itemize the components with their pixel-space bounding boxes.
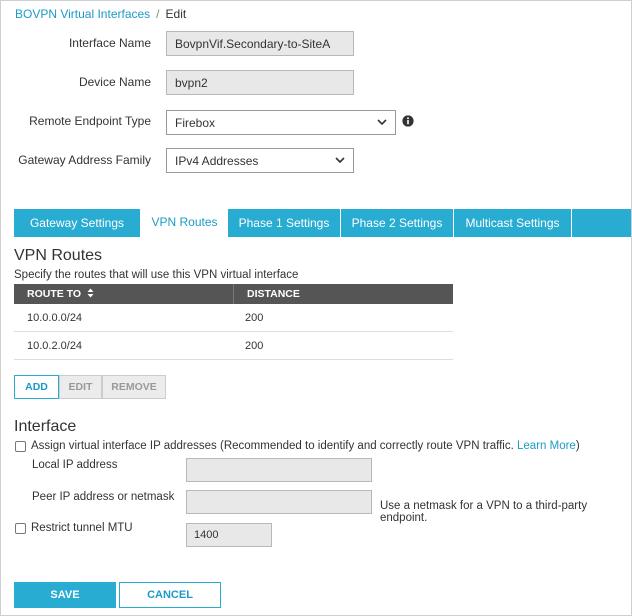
peer-ip-label: Peer IP address or netmask	[32, 491, 175, 503]
local-ip-field	[186, 458, 372, 482]
interface-name-field: BovpnVif.Secondary-to-SiteA	[166, 31, 354, 56]
tab-bar: Gateway Settings VPN Routes Phase 1 Sett…	[14, 208, 632, 238]
mtu-field: 1400	[186, 523, 272, 547]
breadcrumb-separator: /	[156, 7, 160, 21]
vpn-routes-description: Specify the routes that will use this VP…	[14, 269, 299, 281]
gateway-address-family-select[interactable]: IPv4 Addresses	[166, 148, 354, 173]
tab-multicast-settings[interactable]: Multicast Settings	[454, 209, 572, 237]
assign-ip-checkbox[interactable]	[15, 441, 26, 452]
interface-heading: Interface	[14, 418, 77, 435]
tab-phase-1-settings[interactable]: Phase 1 Settings	[228, 209, 341, 237]
chevron-down-icon	[335, 157, 345, 164]
cancel-button[interactable]: CANCEL	[119, 582, 221, 608]
info-icon[interactable]	[402, 115, 414, 127]
assign-ip-label-suffix: )	[575, 440, 580, 452]
tab-vpn-routes[interactable]: VPN Routes	[141, 208, 228, 238]
device-name-field: bvpn2	[166, 70, 354, 95]
table-row[interactable]: 10.0.0.0/24 200	[14, 304, 453, 332]
vpn-routes-heading: VPN Routes	[14, 247, 103, 264]
peer-ip-hint: Use a netmask for a VPN to a third-party…	[380, 500, 588, 524]
tab-gateway-settings[interactable]: Gateway Settings	[14, 209, 141, 237]
remote-endpoint-type-value: Firebox	[175, 116, 216, 130]
column-header-route-to-label: ROUTE TO	[27, 288, 82, 300]
distance-cell: 200	[245, 312, 264, 324]
save-button[interactable]: SAVE	[14, 582, 116, 608]
chevron-down-icon	[377, 119, 387, 126]
remote-endpoint-type-select[interactable]: Firebox	[166, 110, 396, 135]
column-header-route-to[interactable]: ROUTE TO	[27, 284, 94, 304]
learn-more-link[interactable]: Learn More	[517, 440, 576, 452]
routes-table-header: ROUTE TO DISTANCE	[14, 284, 453, 304]
column-divider	[233, 284, 234, 304]
peer-ip-field	[186, 490, 372, 514]
column-header-distance[interactable]: DISTANCE	[247, 284, 300, 304]
breadcrumb-link-bovpn-virtual-interfaces[interactable]: BOVPN Virtual Interfaces	[15, 7, 150, 21]
assign-ip-label: Assign virtual interface IP addresses (R…	[31, 440, 580, 452]
edit-route-button[interactable]: EDIT	[59, 375, 102, 399]
tab-phase-2-settings[interactable]: Phase 2 Settings	[341, 209, 454, 237]
restrict-mtu-label: Restrict tunnel MTU	[31, 522, 133, 534]
gateway-address-family-label: Gateway Address Family	[18, 153, 151, 167]
interface-name-label: Interface Name	[68, 36, 151, 50]
local-ip-label: Local IP address	[32, 459, 118, 471]
restrict-mtu-checkbox[interactable]	[15, 523, 26, 534]
route-to-cell: 10.0.0.0/24	[27, 312, 83, 324]
breadcrumb: BOVPN Virtual Interfaces / Edit	[15, 7, 186, 21]
add-route-button[interactable]: ADD	[14, 375, 59, 399]
device-name-label: Device Name	[78, 75, 151, 89]
distance-cell: 200	[245, 340, 264, 352]
remove-route-button[interactable]: REMOVE	[102, 375, 166, 399]
table-row[interactable]: 10.0.2.0/24 200	[14, 332, 453, 360]
assign-ip-label-text: Assign virtual interface IP addresses (R…	[31, 440, 514, 452]
gateway-address-family-value: IPv4 Addresses	[175, 154, 259, 168]
remote-endpoint-type-label: Remote Endpoint Type	[29, 114, 151, 128]
breadcrumb-current: Edit	[165, 7, 187, 21]
route-to-cell: 10.0.2.0/24	[27, 340, 83, 352]
sort-icon	[87, 288, 94, 298]
